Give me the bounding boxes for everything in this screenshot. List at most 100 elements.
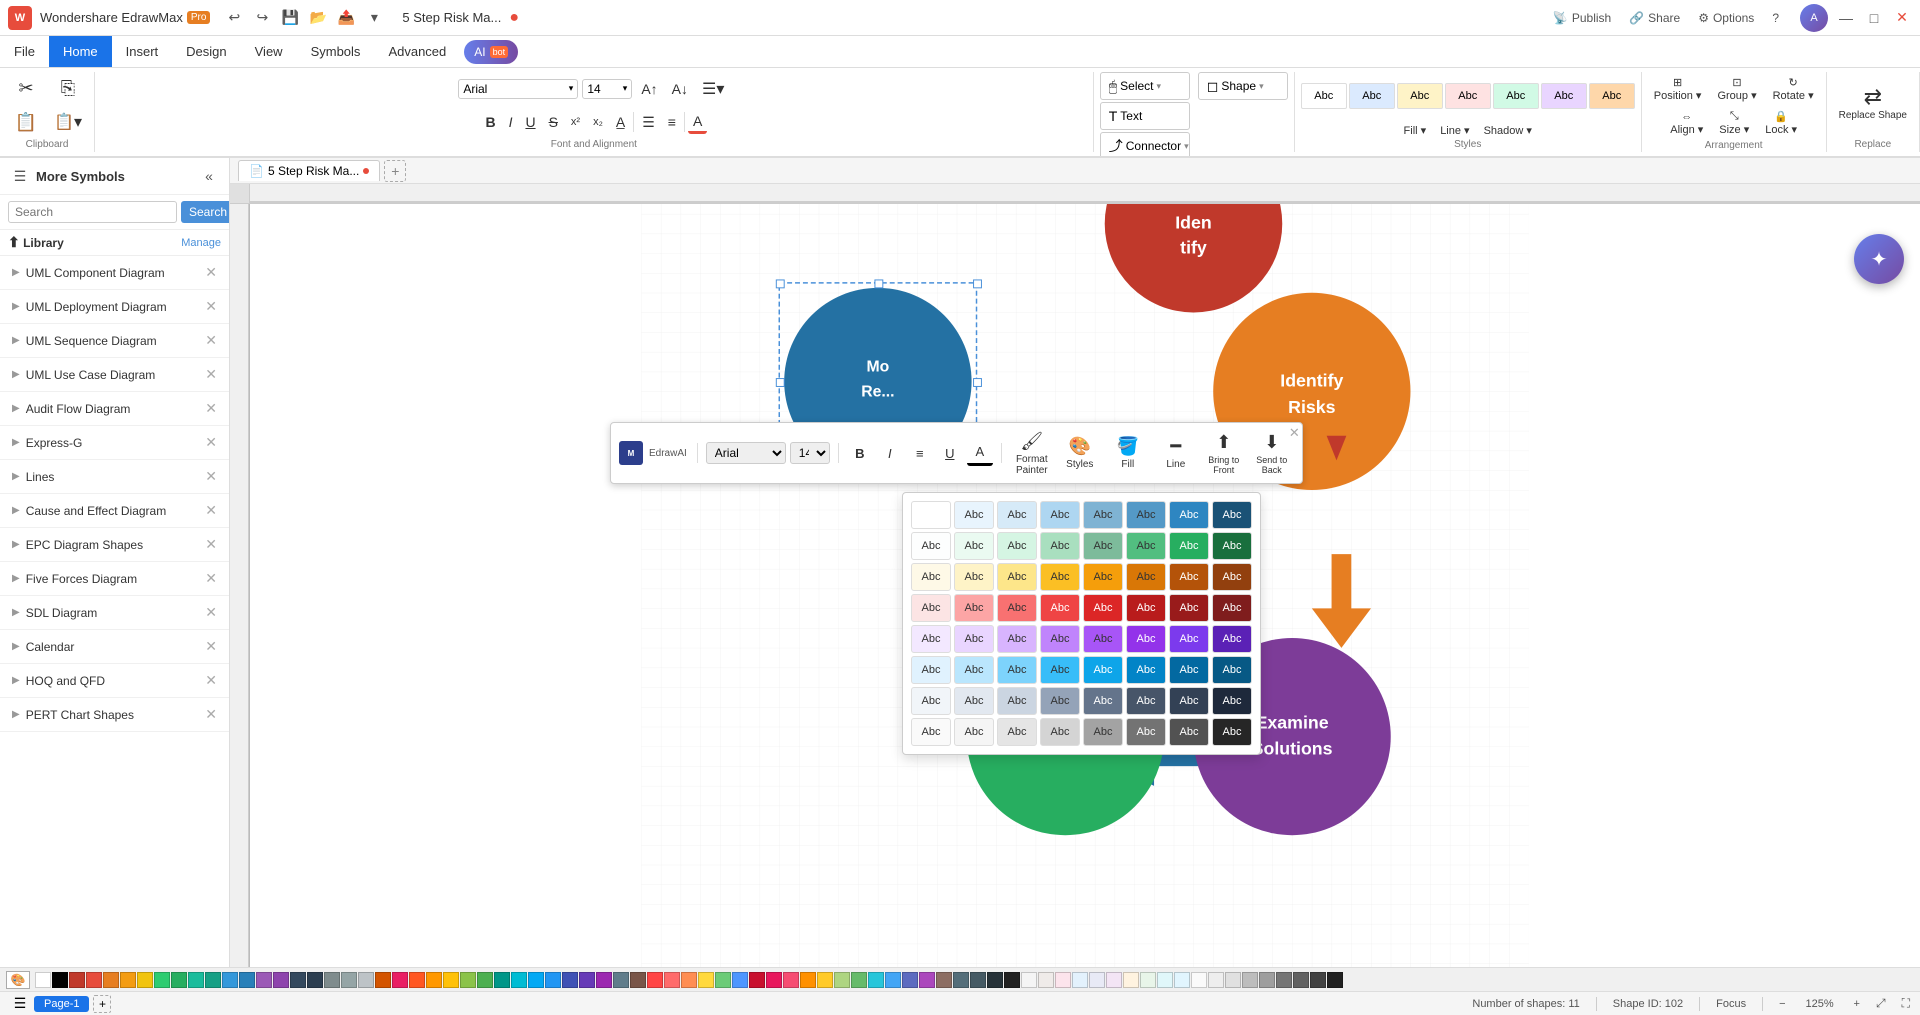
style-cell-4-1[interactable]: Abc xyxy=(954,625,994,653)
style-cell-7-6[interactable]: Abc xyxy=(1169,718,1209,746)
color-swatch-8[interactable] xyxy=(171,972,187,988)
float-send-back-btn[interactable]: ⬇ Send to Back xyxy=(1250,427,1294,479)
style-abc-7[interactable]: Abc xyxy=(1589,83,1635,109)
help-button[interactable]: ? xyxy=(1767,9,1784,27)
color-swatch-22[interactable] xyxy=(409,972,425,988)
color-swatch-75[interactable] xyxy=(1310,972,1326,988)
style-cell-4-3[interactable]: Abc xyxy=(1040,625,1080,653)
sidebar-item-close-4[interactable]: ✕ xyxy=(205,400,217,417)
style-abc-1[interactable]: Abc xyxy=(1301,83,1347,109)
group-button[interactable]: ⊡Group ▾ xyxy=(1711,72,1762,106)
color-swatch-39[interactable] xyxy=(698,972,714,988)
sidebar-item-close-8[interactable]: ✕ xyxy=(205,536,217,553)
color-swatch-38[interactable] xyxy=(681,972,697,988)
menu-advanced[interactable]: Advanced xyxy=(374,36,460,67)
color-swatch-2[interactable] xyxy=(69,972,85,988)
color-swatch-61[interactable] xyxy=(1072,972,1088,988)
style-cell-5-1[interactable]: Abc xyxy=(954,656,994,684)
sidebar-item-close-11[interactable]: ✕ xyxy=(205,638,217,655)
color-swatch-71[interactable] xyxy=(1242,972,1258,988)
text-button[interactable]: T Text xyxy=(1100,102,1190,130)
format-painter-btn[interactable]: 🖌 Format Painter xyxy=(1010,427,1054,479)
color-swatch-64[interactable] xyxy=(1123,972,1139,988)
style-cell-1-2[interactable]: Abc xyxy=(997,532,1037,560)
float-styles-btn[interactable]: 🎨 Styles xyxy=(1058,427,1102,479)
float-font-select[interactable]: Arial xyxy=(706,442,786,464)
color-swatch-36[interactable] xyxy=(647,972,663,988)
connector-button[interactable]: ⤴ Connector ▾ xyxy=(1100,132,1190,158)
canvas-tab-active[interactable]: 📄 5 Step Risk Ma... xyxy=(238,160,380,181)
sidebar-item-close-1[interactable]: ✕ xyxy=(205,298,217,315)
color-swatch-48[interactable] xyxy=(851,972,867,988)
float-align-btn[interactable]: ≡ xyxy=(907,440,933,466)
color-swatch-11[interactable] xyxy=(222,972,238,988)
color-swatch-3[interactable] xyxy=(86,972,102,988)
handle-tl[interactable] xyxy=(776,280,784,288)
undo-button[interactable]: ↩ xyxy=(222,6,246,30)
color-swatch-76[interactable] xyxy=(1327,972,1343,988)
color-swatch-46[interactable] xyxy=(817,972,833,988)
bold-button[interactable]: B xyxy=(480,112,500,132)
style-cell-1-3[interactable]: Abc xyxy=(1040,532,1080,560)
color-swatch-25[interactable] xyxy=(460,972,476,988)
color-swatch-32[interactable] xyxy=(579,972,595,988)
style-cell-2-3[interactable]: Abc xyxy=(1040,563,1080,591)
color-swatch-62[interactable] xyxy=(1089,972,1105,988)
float-fill-btn[interactable]: 🪣 Fill xyxy=(1106,427,1150,479)
font-selector[interactable]: Arial ▾ xyxy=(458,79,578,99)
menu-symbols[interactable]: Symbols xyxy=(297,36,375,67)
paste-button[interactable]: 📋 xyxy=(6,106,46,140)
sidebar-item-close-7[interactable]: ✕ xyxy=(205,502,217,519)
sidebar-item-1[interactable]: ▶ UML Deployment Diagram ✕ xyxy=(0,290,229,324)
float-toolbar-close[interactable]: ✕ xyxy=(1289,425,1300,441)
color-swatch-6[interactable] xyxy=(137,972,153,988)
color-swatch-54[interactable] xyxy=(953,972,969,988)
color-picker-button[interactable]: 🎨 xyxy=(6,971,30,989)
sidebar-item-close-6[interactable]: ✕ xyxy=(205,468,217,485)
sidebar-item-5[interactable]: ▶ Express-G ✕ xyxy=(0,426,229,460)
style-cell-1-6[interactable]: Abc xyxy=(1169,532,1209,560)
color-swatch-37[interactable] xyxy=(664,972,680,988)
sidebar-item-8[interactable]: ▶ EPC Diagram Shapes ✕ xyxy=(0,528,229,562)
underline-button[interactable]: U xyxy=(520,112,540,132)
style-abc-6[interactable]: Abc xyxy=(1541,83,1587,109)
style-cell-7-5[interactable]: Abc xyxy=(1126,718,1166,746)
copy-format-button[interactable]: ⎘ xyxy=(48,72,88,106)
redo-button[interactable]: ↪ xyxy=(250,6,274,30)
cut-button[interactable]: ✂ xyxy=(6,72,46,106)
shape-button[interactable]: ◻ Shape ▾ xyxy=(1198,72,1288,100)
style-cell-3-1[interactable]: Abc xyxy=(954,594,994,622)
style-cell-6-5[interactable]: Abc xyxy=(1126,687,1166,715)
text-style-btn[interactable]: A̲ xyxy=(611,112,630,132)
float-line-btn[interactable]: ━ Line xyxy=(1154,427,1198,479)
style-abc-5[interactable]: Abc xyxy=(1493,83,1539,109)
color-swatch-57[interactable] xyxy=(1004,972,1020,988)
style-cell-5-4[interactable]: Abc xyxy=(1083,656,1123,684)
color-swatch-68[interactable] xyxy=(1191,972,1207,988)
menu-ai[interactable]: AI bot xyxy=(464,40,518,64)
color-swatch-31[interactable] xyxy=(562,972,578,988)
style-cell-5-5[interactable]: Abc xyxy=(1126,656,1166,684)
color-swatch-29[interactable] xyxy=(528,972,544,988)
replace-shape-button[interactable]: ⇄ Replace Shape xyxy=(1833,72,1913,132)
style-cell-7-1[interactable]: Abc xyxy=(954,718,994,746)
handle-mr[interactable] xyxy=(974,379,982,387)
color-swatch-66[interactable] xyxy=(1157,972,1173,988)
sidebar-item-close-13[interactable]: ✕ xyxy=(205,706,217,723)
color-swatch-30[interactable] xyxy=(545,972,561,988)
sidebar-item-7[interactable]: ▶ Cause and Effect Diagram ✕ xyxy=(0,494,229,528)
sidebar-menu-btn[interactable]: ☰ xyxy=(8,164,32,188)
sidebar-collapse-btn[interactable]: « xyxy=(197,164,221,188)
font-size-selector[interactable]: 14 ▾ xyxy=(582,79,632,99)
account-avatar[interactable]: A xyxy=(1800,4,1828,32)
color-swatch-42[interactable] xyxy=(749,972,765,988)
menu-view[interactable]: View xyxy=(241,36,297,67)
color-swatch-33[interactable] xyxy=(596,972,612,988)
color-swatch-43[interactable] xyxy=(766,972,782,988)
style-cell-0-3[interactable]: Abc xyxy=(1040,501,1080,529)
color-swatch-60[interactable] xyxy=(1055,972,1071,988)
style-cell-6-4[interactable]: Abc xyxy=(1083,687,1123,715)
style-abc-3[interactable]: Abc xyxy=(1397,83,1443,109)
style-cell-3-0[interactable]: Abc xyxy=(911,594,951,622)
zoom-in-button[interactable]: + xyxy=(1854,998,1860,1010)
